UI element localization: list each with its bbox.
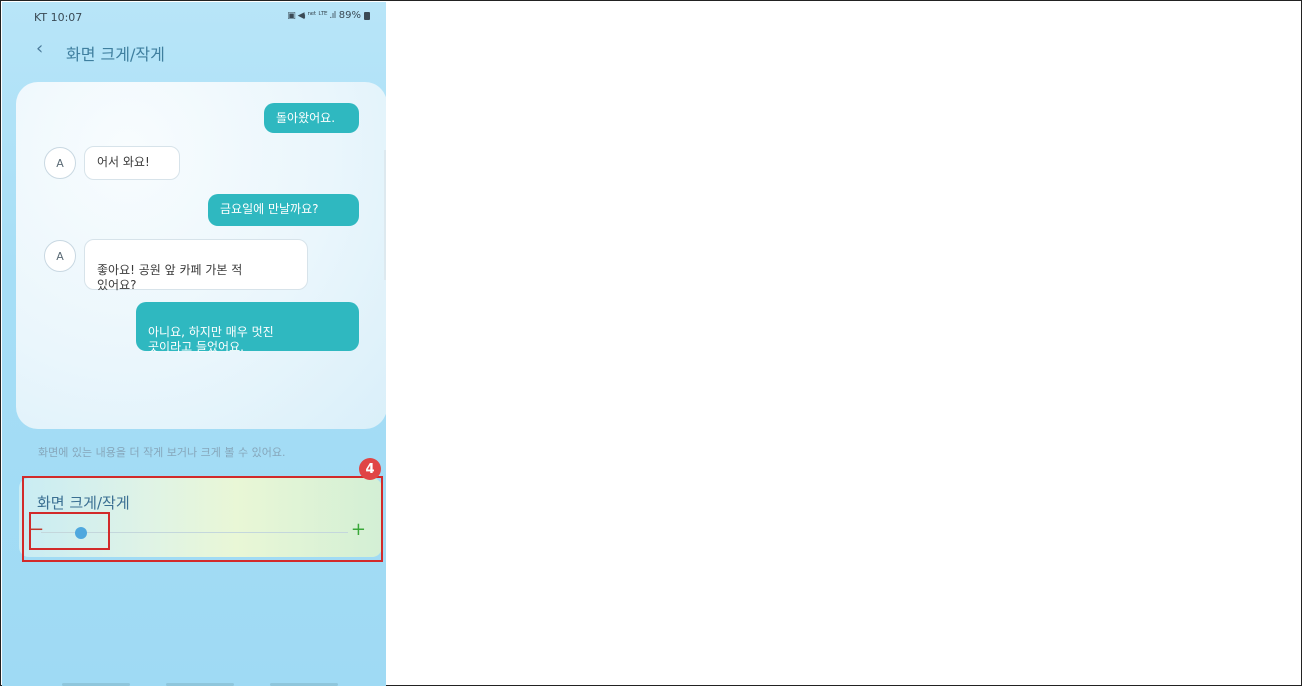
back-arrow-icon[interactable]: ‹ (36, 39, 50, 59)
avatar-letter: A (56, 249, 64, 263)
phone-screen: KT 10:07 ▣ ◀ᵢ ⁿᵉᵗ ᴸᵀᴱ .ıl 89% ‹ 화면 크게/작게… (2, 2, 386, 686)
status-right: ▣ ◀ᵢ ⁿᵉᵗ ᴸᵀᴱ .ıl 89% (287, 10, 370, 21)
screenshot-frame: KT 10:07 ▣ ◀ᵢ ⁿᵉᵗ ᴸᵀᴱ .ıl 89% ‹ 화면 크게/작게… (0, 0, 1302, 686)
chat-bubble-text: 좋아요! 공원 앞 카페 가본 적 있어요? (97, 263, 243, 292)
page-title: 화면 크게/작게 (66, 45, 165, 64)
avatar: A (44, 147, 76, 179)
chat-bubble-sent: 돌아왔어요. (264, 103, 359, 133)
chat-bubble-text: 아니요, 하지만 매우 멋진 곳이라고 들었어요. (148, 325, 274, 354)
preview-scroll-edge (384, 150, 386, 280)
chat-bubble-sent: 아니요, 하지만 매우 멋진 곳이라고 들었어요. (136, 302, 359, 354)
chat-bubble-received: 어서 와요! (84, 146, 180, 180)
avatar: A (44, 240, 76, 272)
chat-bubble-received: 좋아요! 공원 앞 카페 가본 적 있어요? (84, 239, 308, 292)
chat-preview: 돌아왔어요. A 어서 와요! 금요일에 만날까요? A 좋아요! 공원 앞 카… (16, 82, 386, 429)
step-number-badge: 4 (359, 458, 381, 480)
chat-bubble-text: 어서 와요! (97, 155, 150, 169)
battery-percent: 89% (338, 10, 361, 21)
chat-bubble-text: 금요일에 만날까요? (220, 202, 319, 216)
chat-bubble-sent: 금요일에 만날까요? (208, 194, 359, 226)
description-text: 화면에 있는 내용을 더 작게 보거나 크게 볼 수 있어요. (38, 446, 286, 459)
app-header: ‹ 화면 크게/작게 (2, 34, 386, 68)
signal-icons: ▣ ◀ᵢ ⁿᵉᵗ ᴸᵀᴱ .ıl (287, 10, 336, 21)
battery-icon (364, 11, 370, 20)
status-bar: KT 10:07 ▣ ◀ᵢ ⁿᵉᵗ ᴸᵀᴱ .ıl 89% (2, 2, 386, 30)
chat-bubble-text: 돌아왔어요. (276, 111, 336, 125)
carrier-time: KT 10:07 (34, 11, 83, 24)
avatar-letter: A (56, 156, 64, 170)
highlight-annotation-minus (29, 512, 110, 550)
